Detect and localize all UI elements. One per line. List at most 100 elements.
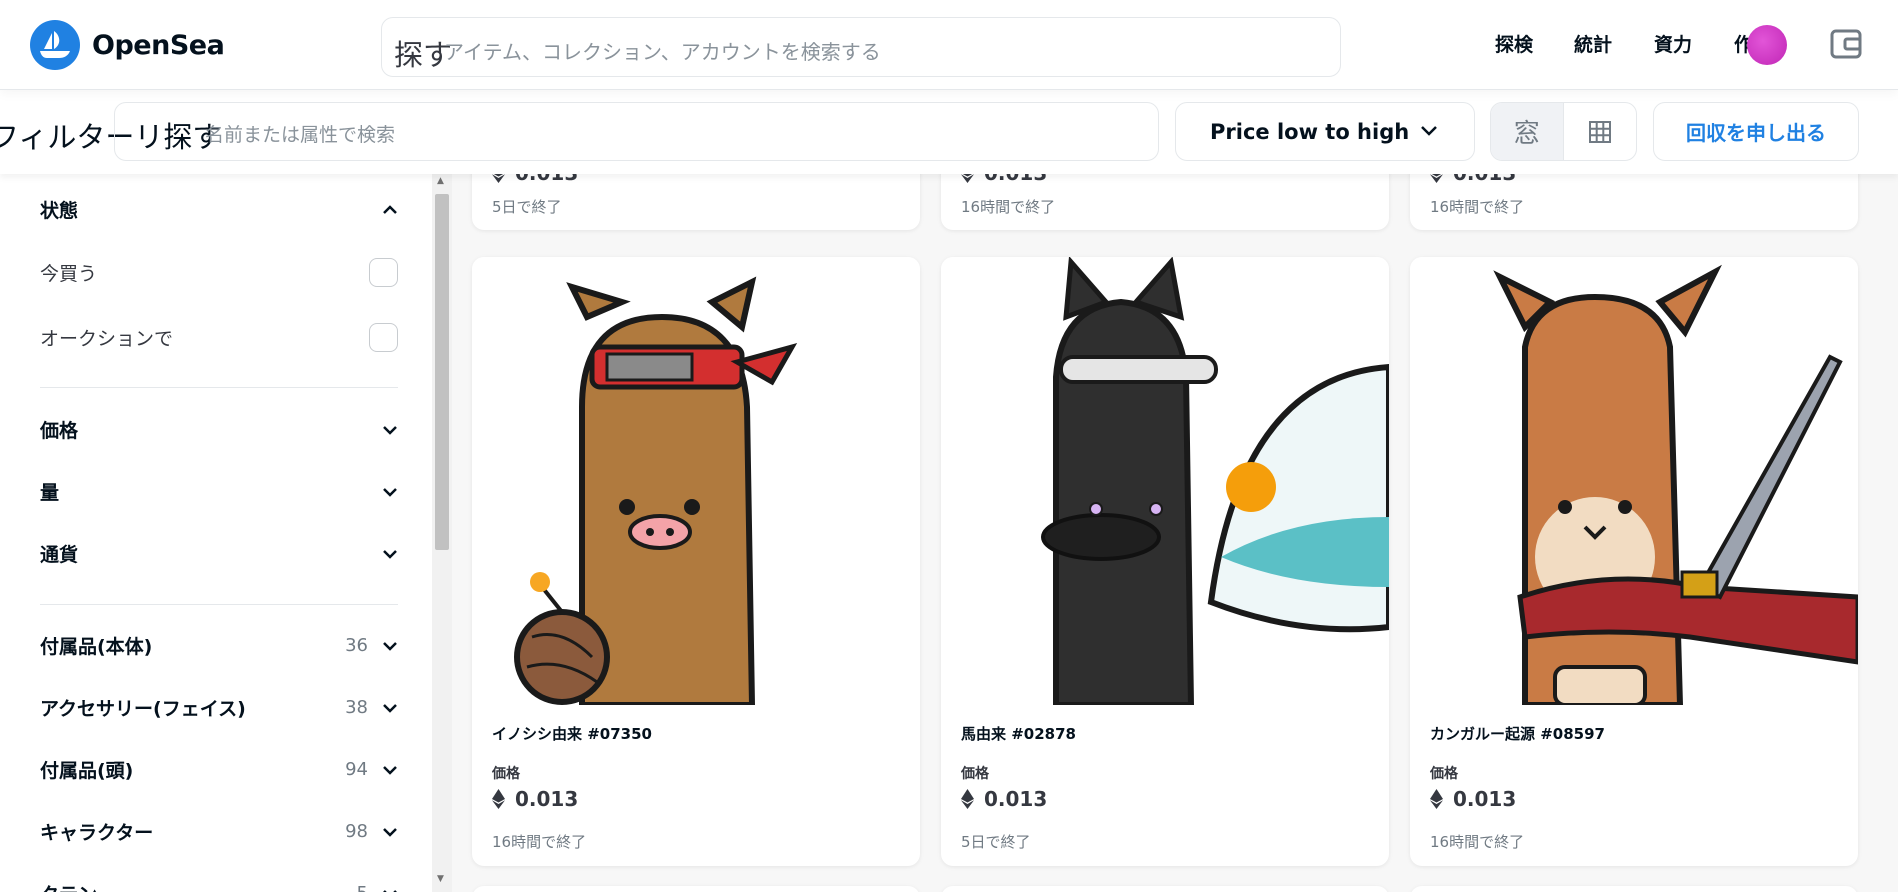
card-title: イノシシ由来 #07350 <box>492 725 652 743</box>
card-price: 0.013 <box>1430 174 1516 185</box>
quantity-section-header[interactable]: 量 <box>40 478 398 505</box>
chevron-down-icon <box>383 765 397 775</box>
sidebar-scrollbar[interactable]: ▲ ▼ <box>432 174 452 892</box>
wallet-icon[interactable] <box>1829 27 1863 61</box>
price-label: 価格 <box>1430 766 1458 782</box>
trait-count: 5 <box>357 883 368 892</box>
sale-ends: 16時間で終了 <box>1430 198 1525 216</box>
view-mode-toggle: 窓 <box>1490 102 1637 161</box>
item-card-partial[interactable] <box>1410 886 1858 892</box>
card-title: カンガルー起源 #08597 <box>1430 725 1605 743</box>
trait-count: 98 <box>345 821 368 842</box>
chevron-down-icon <box>1421 126 1437 136</box>
sale-ends: 16時間で終了 <box>961 198 1056 216</box>
price-label: 価格 <box>492 766 520 782</box>
trait-filter-body-accessory[interactable]: 付属品(本体) 36 <box>40 632 398 659</box>
currency-section-header[interactable]: 通貨 <box>40 540 398 567</box>
trait-label: 付属品(本体) <box>40 636 153 658</box>
scrollbar-thumb[interactable] <box>435 194 449 550</box>
item-card-partial[interactable]: 0.013 16時間で終了 <box>1410 174 1858 230</box>
ethereum-icon <box>1430 789 1443 809</box>
trait-label: タテン <box>40 880 97 892</box>
opensea-boat-icon <box>30 20 80 70</box>
trait-label: アクセサリー(フェイス) <box>40 698 246 720</box>
withdraw-offer-button[interactable]: 回収を申し出る <box>1653 102 1859 161</box>
nav-explore[interactable]: 探検 <box>1495 30 1533 57</box>
status-section-header[interactable]: 状態 <box>40 196 398 223</box>
status-option-label: 今買う <box>40 263 98 285</box>
ethereum-icon <box>492 174 505 183</box>
small-grid-view-button[interactable] <box>1564 103 1637 160</box>
nav-stats[interactable]: 統計 <box>1574 30 1612 57</box>
card-price: 0.013 <box>961 174 1047 185</box>
sale-ends: 16時間で終了 <box>1430 833 1525 851</box>
price-value: 0.013 <box>984 787 1048 811</box>
chevron-down-icon <box>383 641 397 651</box>
scroll-up-arrow-icon[interactable]: ▲ <box>437 176 444 186</box>
chevron-down-icon <box>383 703 397 713</box>
chevron-down-icon <box>383 827 397 837</box>
chevron-down-icon <box>383 549 397 559</box>
avatar[interactable] <box>1747 25 1787 65</box>
status-option-buy-now[interactable]: 今買う <box>40 258 398 287</box>
auction-checkbox[interactable] <box>369 323 398 352</box>
horse-fan-image[interactable] <box>941 257 1389 705</box>
item-card-partial[interactable]: 0.013 5日で終了 <box>472 174 920 230</box>
brand-name: OpenSea <box>92 29 225 61</box>
buy-now-checkbox[interactable] <box>369 258 398 287</box>
chevron-down-icon <box>383 425 397 435</box>
section-title: 量 <box>40 482 60 504</box>
card-price: 0.013 <box>1430 787 1516 811</box>
global-search-input[interactable]: 探す アイテム、コレクション、アカウントを検索する <box>381 17 1341 77</box>
ethereum-icon <box>961 174 974 183</box>
trait-count: 38 <box>345 697 368 718</box>
status-option-auction[interactable]: オークションで <box>40 323 398 352</box>
item-card-partial[interactable] <box>472 886 920 892</box>
trait-filter-character[interactable]: キャラクター 98 <box>40 818 398 845</box>
opensea-logo[interactable]: OpenSea <box>30 20 225 70</box>
ethereum-icon <box>961 789 974 809</box>
trait-filter-head-accessory[interactable]: 付属品(頭) 94 <box>40 756 398 783</box>
trait-count: 94 <box>345 759 368 780</box>
price-value: 0.013 <box>984 174 1047 185</box>
price-value: 0.013 <box>1453 174 1516 185</box>
sort-dropdown[interactable]: Price low to high <box>1175 102 1475 161</box>
item-card[interactable]: イノシシ由来 #07350 価格 0.013 16時間で終了 <box>472 257 920 866</box>
chevron-up-icon <box>383 204 397 214</box>
filter-sidebar: 状態 今買う オークションで 価格 量 通貨 付属品(本体) 36 アクセサリー… <box>0 174 432 892</box>
trait-label: 付属品(頭) <box>40 760 134 782</box>
card-price: 0.013 <box>492 174 578 185</box>
item-search-placeholder: 名前または属性で検索 <box>205 124 396 146</box>
price-value: 0.013 <box>1453 787 1517 811</box>
divider <box>40 387 398 388</box>
price-value: 0.013 <box>515 787 579 811</box>
trait-filter-face-accessory[interactable]: アクセサリー(フェイス) 38 <box>40 694 398 721</box>
status-option-label: オークションで <box>40 328 174 350</box>
price-section-header[interactable]: 価格 <box>40 416 398 443</box>
scroll-down-arrow-icon[interactable]: ▼ <box>437 874 444 884</box>
price-value: 0.013 <box>515 174 578 185</box>
section-title: 通貨 <box>40 544 79 566</box>
ethereum-icon <box>1430 174 1443 183</box>
sale-ends: 5日で終了 <box>492 198 562 216</box>
item-search-input[interactable]: 名前または属性で検索 <box>114 102 1159 161</box>
section-title: 価格 <box>40 420 79 442</box>
large-grid-view-button[interactable]: 窓 <box>1491 103 1564 160</box>
item-card-partial[interactable] <box>941 886 1389 892</box>
grid-icon <box>1588 120 1611 143</box>
boar-ninja-image[interactable] <box>472 257 920 705</box>
ethereum-icon <box>492 789 505 809</box>
trait-count: 36 <box>345 635 368 656</box>
item-grid: 0.013 5日で終了 0.013 16時間で終了 0.013 16時間で終了 <box>452 174 1898 892</box>
kangaroo-sword-image[interactable] <box>1410 257 1858 705</box>
item-card-partial[interactable]: 0.013 16時間で終了 <box>941 174 1389 230</box>
item-card[interactable]: カンガルー起源 #08597 価格 0.013 16時間で終了 <box>1410 257 1858 866</box>
item-card[interactable]: 馬由来 #02878 価格 0.013 5日で終了 <box>941 257 1389 866</box>
trait-filter-partial[interactable]: タテン 5 <box>40 880 398 892</box>
card-price: 0.013 <box>492 787 578 811</box>
price-label: 価格 <box>961 766 989 782</box>
sort-selected-value: Price low to high <box>1210 120 1410 144</box>
status-title: 状態 <box>40 200 79 222</box>
trait-label: キャラクター <box>40 822 154 844</box>
nav-resources[interactable]: 資力 <box>1654 30 1692 57</box>
